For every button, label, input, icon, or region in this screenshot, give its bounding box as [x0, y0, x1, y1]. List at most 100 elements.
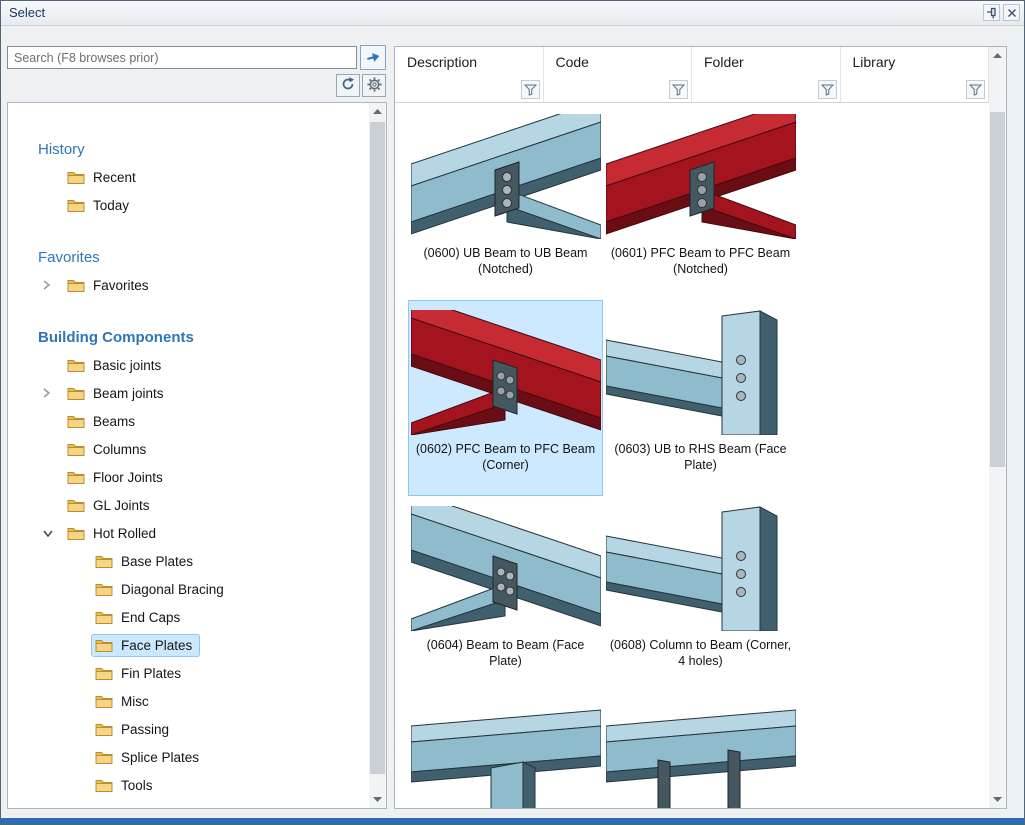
- component-thumbnail: [606, 702, 796, 808]
- tree-item-tools[interactable]: Tools: [8, 771, 369, 799]
- collapse-arrow-icon[interactable]: [42, 529, 64, 538]
- tree-item-label: Floor Joints: [93, 470, 163, 485]
- tree-section-building-components: Building Components: [38, 325, 369, 351]
- tree-item-fin-plates[interactable]: Fin Plates: [8, 659, 369, 687]
- column-header-description[interactable]: Description: [395, 47, 544, 78]
- tree-item-label: Splice Plates: [121, 750, 199, 765]
- scroll-up-icon[interactable]: [989, 47, 1006, 64]
- filter-cell-folder[interactable]: [692, 78, 841, 102]
- tree-item-label: Misc: [121, 694, 149, 709]
- gear-icon: [367, 77, 382, 95]
- settings-button[interactable]: [362, 74, 386, 97]
- filter-funnel-icon[interactable]: [669, 80, 688, 99]
- scroll-down-icon[interactable]: [369, 791, 386, 808]
- component-thumbnail: [411, 310, 601, 435]
- component-caption: (0604) Beam to Beam (Face Plate): [408, 637, 603, 670]
- titlebar[interactable]: Select: [1, 1, 1024, 26]
- refresh-button[interactable]: [336, 74, 360, 97]
- folder-icon: [67, 358, 85, 372]
- tree-item-label: Diagonal Bracing: [121, 582, 224, 597]
- tree-item-beam-joints[interactable]: Beam joints: [8, 379, 369, 407]
- column-header-code[interactable]: Code: [544, 47, 693, 78]
- component-list-panel: DescriptionCodeFolderLibrary (0600) UB B…: [394, 46, 1007, 809]
- tree-item-label: Recent: [93, 170, 136, 185]
- window-bottom-bar: [1, 818, 1024, 824]
- column-header-library[interactable]: Library: [841, 47, 990, 78]
- tree-scrollbar[interactable]: [369, 103, 386, 808]
- tree-item-label: Columns: [93, 442, 146, 457]
- tree-item-beams[interactable]: Beams: [8, 407, 369, 435]
- go-arrow-icon: [365, 49, 381, 67]
- component-item-0602[interactable]: (0602) PFC Beam to PFC Beam (Corner): [408, 300, 603, 496]
- filter-funnel-icon[interactable]: [521, 80, 540, 99]
- tree-item-label: Fin Plates: [121, 666, 181, 681]
- filter-cell-description[interactable]: [395, 78, 544, 102]
- tree-item-diagonal-bracing[interactable]: Diagonal Bracing: [8, 575, 369, 603]
- grid-scrollbar[interactable]: [989, 47, 1006, 808]
- tree-section-favorites: Favorites: [38, 245, 369, 271]
- component-item-0608[interactable]: (0608) Column to Beam (Corner, 4 holes): [603, 496, 798, 692]
- scroll-up-icon[interactable]: [369, 103, 386, 120]
- column-header-folder[interactable]: Folder: [692, 47, 841, 78]
- folder-icon: [67, 498, 85, 512]
- close-icon[interactable]: [1003, 4, 1020, 21]
- select-window: Select: [0, 0, 1025, 825]
- refresh-icon: [341, 77, 355, 94]
- tree-item-end-caps[interactable]: End Caps: [8, 603, 369, 631]
- tree-item-recent[interactable]: Recent: [8, 163, 369, 191]
- tree-item-splice-plates[interactable]: Splice Plates: [8, 743, 369, 771]
- tree-item-passing[interactable]: Passing: [8, 715, 369, 743]
- grid-scrollbar-thumb[interactable]: [990, 112, 1005, 467]
- component-item-0604[interactable]: (0604) Beam to Beam (Face Plate): [408, 496, 603, 692]
- component-item-0603[interactable]: (0603) UB to RHS Beam (Face Plate): [603, 300, 798, 496]
- component-caption: (0600) UB Beam to UB Beam (Notched): [408, 245, 603, 278]
- folder-icon: [67, 386, 85, 400]
- folder-icon: [67, 278, 85, 292]
- window-title: Select: [9, 5, 45, 20]
- scroll-down-icon[interactable]: [989, 791, 1006, 808]
- tree-item-i-clips[interactable]: I Clips: [8, 799, 369, 808]
- tree-item-label: I Clips: [93, 806, 131, 809]
- filter-cell-code[interactable]: [544, 78, 693, 102]
- folder-icon: [67, 806, 85, 808]
- tree-item-hot-rolled[interactable]: Hot Rolled: [8, 519, 369, 547]
- tree-item-columns[interactable]: Columns: [8, 435, 369, 463]
- folder-icon: [67, 198, 85, 212]
- tree-item-floor-joints[interactable]: Floor Joints: [8, 463, 369, 491]
- expand-arrow-icon[interactable]: [42, 279, 64, 291]
- tree-item-label: GL Joints: [93, 498, 150, 513]
- search-go-button[interactable]: [360, 45, 386, 70]
- tree-item-misc[interactable]: Misc: [8, 687, 369, 715]
- folder-tree-panel: HistoryRecentTodayFavoritesFavoritesBuil…: [7, 102, 387, 809]
- tree-item-favorites[interactable]: Favorites: [8, 271, 369, 299]
- tree-item-today[interactable]: Today: [8, 191, 369, 219]
- search-input[interactable]: [7, 46, 357, 69]
- filter-cell-library[interactable]: [841, 78, 990, 102]
- tree-item-label: Beam joints: [93, 386, 164, 401]
- filter-funnel-icon[interactable]: [818, 80, 837, 99]
- folder-icon: [95, 778, 113, 792]
- pin-icon[interactable]: [983, 4, 1000, 21]
- tree-item-face-plates[interactable]: Face Plates: [8, 631, 369, 659]
- tree-item-base-plates[interactable]: Base Plates: [8, 547, 369, 575]
- tree-item-basic-joints[interactable]: Basic joints: [8, 351, 369, 379]
- folder-icon: [67, 414, 85, 428]
- expand-arrow-icon[interactable]: [42, 387, 64, 399]
- tree-item-label: Favorites: [93, 278, 149, 293]
- component-item-0600[interactable]: (0600) UB Beam to UB Beam (Notched): [408, 104, 603, 300]
- titlebar-controls: [983, 4, 1020, 21]
- component-thumbnail: [411, 114, 601, 239]
- component-thumbnail: [411, 702, 601, 808]
- component-item-0601[interactable]: (0601) PFC Beam to PFC Beam (Notched): [603, 104, 798, 300]
- component-thumbnail: [606, 310, 796, 435]
- folder-icon: [95, 610, 113, 624]
- tree-item-label: Tools: [121, 778, 153, 793]
- component-caption: (0608) Column to Beam (Corner, 4 holes): [603, 637, 798, 670]
- tree-item-label: Today: [93, 198, 129, 213]
- tree-item-gl-joints[interactable]: GL Joints: [8, 491, 369, 519]
- tree-scrollbar-thumb[interactable]: [370, 122, 385, 774]
- component-item-6[interactable]: [408, 692, 603, 808]
- filter-funnel-icon[interactable]: [966, 80, 985, 99]
- component-item-7[interactable]: [603, 692, 798, 808]
- expand-arrow-icon[interactable]: [42, 807, 64, 808]
